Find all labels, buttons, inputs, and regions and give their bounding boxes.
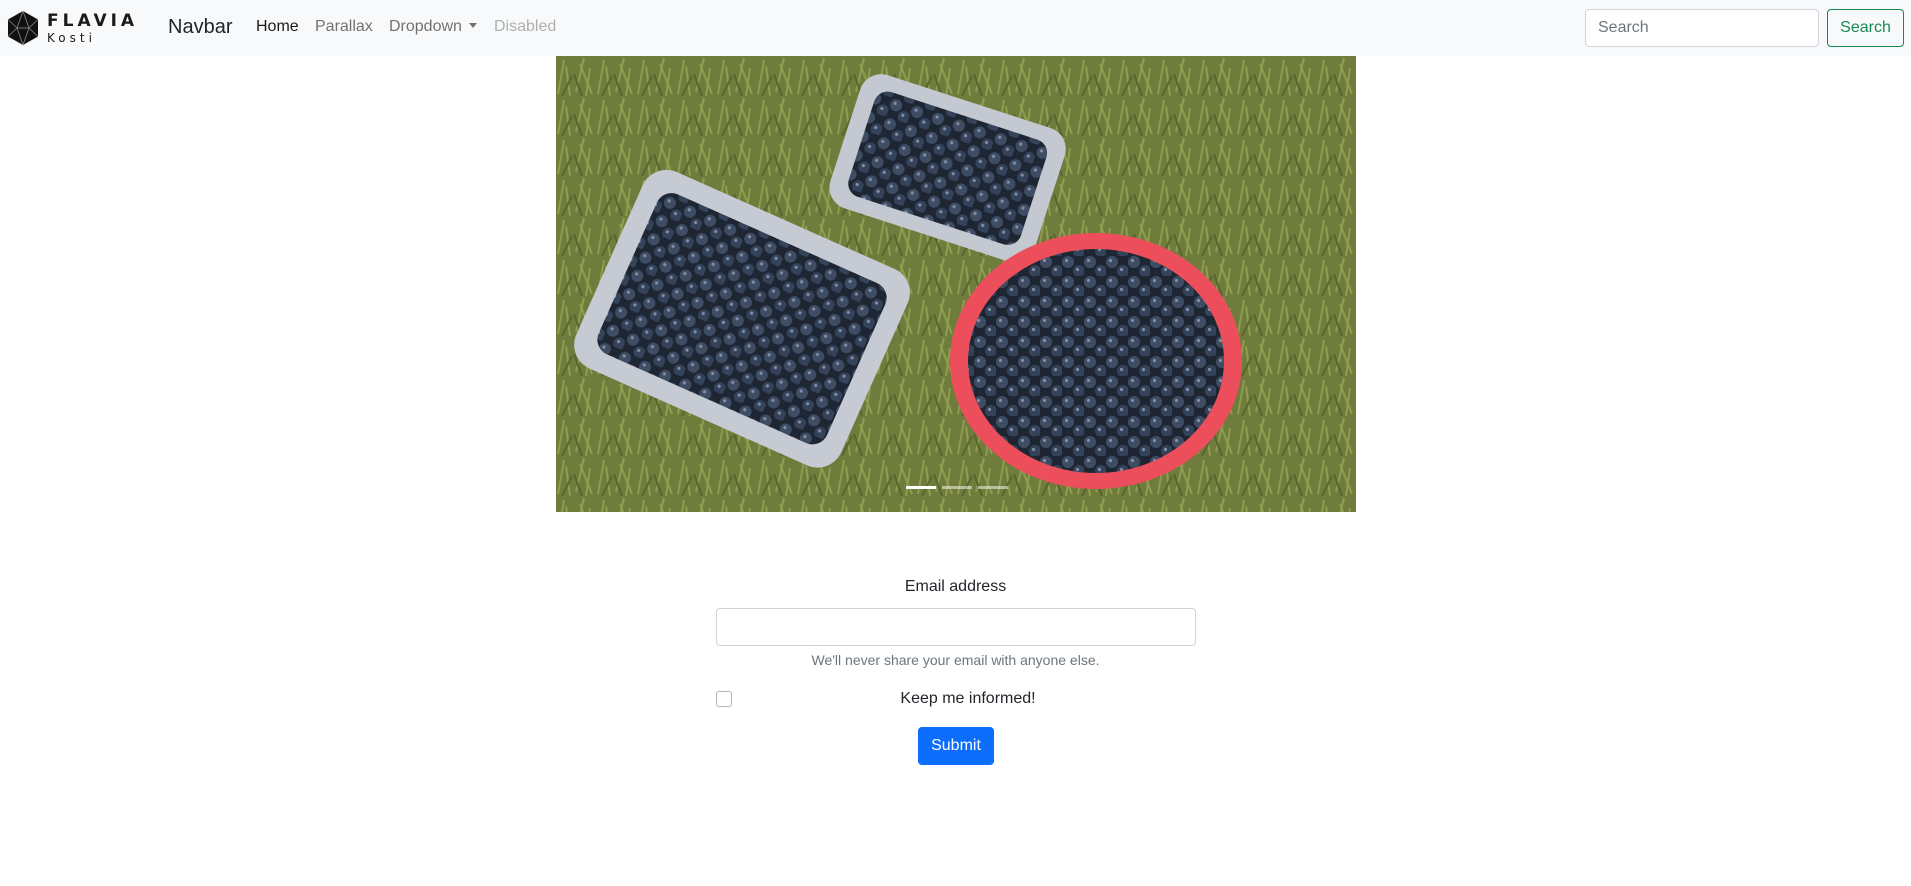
- brand-name: FLAVIA: [47, 10, 139, 31]
- keep-informed-label[interactable]: Keep me informed!: [716, 690, 1220, 708]
- brand-hexagon-icon: [7, 10, 39, 46]
- nav-dropdown[interactable]: Dropdown: [389, 18, 477, 36]
- navbar-title[interactable]: Navbar: [168, 16, 232, 39]
- search-button[interactable]: Search: [1827, 9, 1904, 47]
- nav-dropdown-label: Dropdown: [389, 18, 462, 35]
- search-input[interactable]: [1585, 9, 1819, 47]
- email-input[interactable]: [716, 608, 1196, 646]
- email-label: Email address: [904, 578, 1007, 595]
- carousel-indicator-1[interactable]: [906, 483, 936, 492]
- brand-subname: Kosti: [47, 30, 96, 45]
- brand-logo[interactable]: FLAVIA Kosti: [7, 9, 138, 47]
- carousel-indicators: [903, 483, 1011, 493]
- image-carousel[interactable]: [556, 56, 1356, 512]
- blueberries-photo: [556, 56, 1356, 512]
- caret-down-icon: [468, 23, 477, 28]
- nav-parallax[interactable]: Parallax: [315, 18, 373, 36]
- carousel-indicator-2[interactable]: [942, 483, 972, 492]
- email-help-text: We'll never share your email with anyone…: [811, 652, 1100, 668]
- nav-home[interactable]: Home: [256, 18, 299, 36]
- submit-button[interactable]: Submit: [918, 727, 994, 765]
- navbar: FLAVIA Kosti Navbar Home Parallax Dropdo…: [0, 0, 1911, 56]
- nav-disabled: Disabled: [494, 18, 557, 35]
- carousel-indicator-3[interactable]: [978, 483, 1008, 492]
